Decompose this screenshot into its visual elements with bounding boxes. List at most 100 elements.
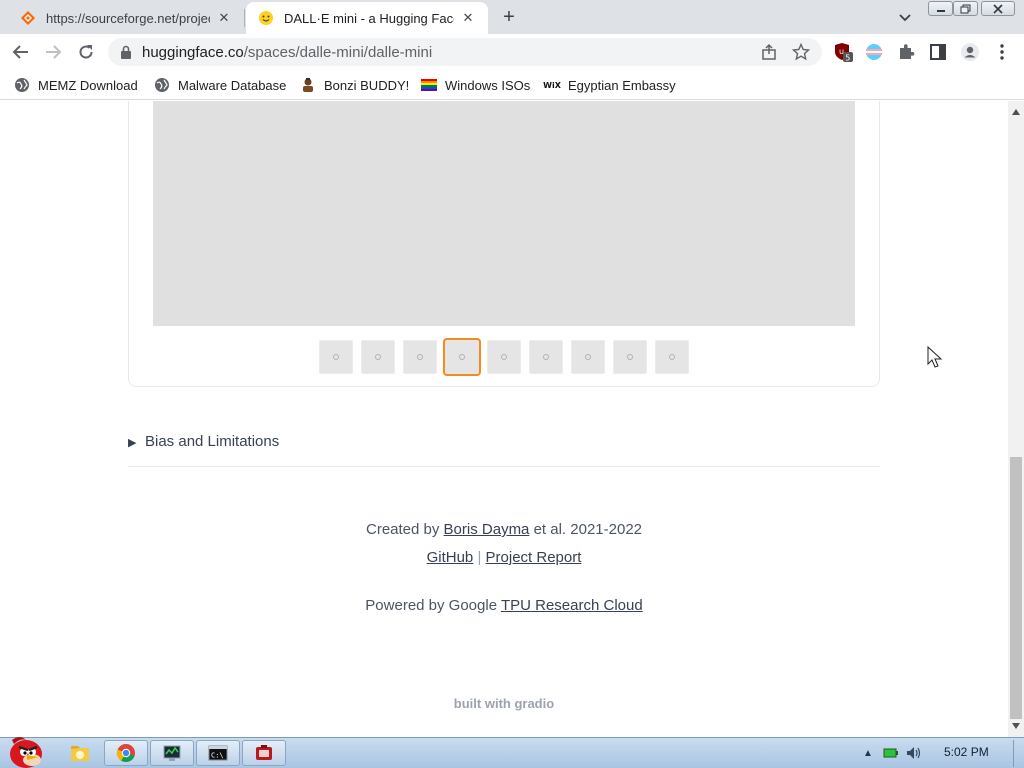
bookmarks-bar: MEMZ Download Malware Database Bonzi BUD… bbox=[0, 70, 1024, 100]
globe-icon bbox=[14, 77, 30, 93]
taskbar: C:\ ▲ 5:02 PM bbox=[0, 737, 1024, 768]
bookmark-bonzi-buddy[interactable]: Bonzi BUDDY! bbox=[300, 75, 409, 95]
bias-limitations-accordion[interactable]: ▶ Bias and Limitations bbox=[128, 431, 880, 467]
thumbnail[interactable] bbox=[319, 340, 353, 374]
ublock-icon[interactable]: u5 bbox=[834, 42, 854, 62]
thumbnail[interactable] bbox=[487, 340, 521, 374]
accordion-label[interactable]: Bias and Limitations bbox=[145, 433, 279, 450]
image-placeholder-icon bbox=[417, 354, 423, 360]
chevron-down-icon[interactable] bbox=[896, 8, 914, 26]
svg-text:C:\: C:\ bbox=[211, 752, 224, 760]
bookmark-windows-isos[interactable]: Windows ISOs bbox=[421, 75, 530, 95]
taskbar-clock[interactable]: 5:02 PM bbox=[944, 745, 989, 759]
author-link[interactable]: Boris Dayma bbox=[444, 521, 530, 538]
tab-title: DALL·E mini - a Hugging Face bbox=[284, 10, 454, 26]
close-icon[interactable]: ✕ bbox=[216, 10, 232, 26]
close-window-icon[interactable] bbox=[981, 1, 1015, 16]
bookmark-label: MEMZ Download bbox=[38, 77, 138, 93]
tab-dalle-mini[interactable]: DALL·E mini - a Hugging Face ✕ bbox=[246, 2, 488, 34]
tpu-research-cloud-link[interactable]: TPU Research Cloud bbox=[501, 597, 643, 614]
cmd-icon[interactable]: C:\ bbox=[196, 740, 240, 766]
image-placeholder-icon bbox=[669, 354, 675, 360]
bonzi-icon bbox=[300, 77, 316, 93]
image-placeholder-icon bbox=[585, 354, 591, 360]
vertical-scrollbar[interactable] bbox=[1008, 101, 1024, 737]
close-icon[interactable]: ✕ bbox=[460, 10, 476, 26]
explorer-icon[interactable] bbox=[58, 740, 102, 766]
credits-prefix: Created by bbox=[366, 521, 440, 538]
reload-icon[interactable] bbox=[74, 40, 98, 64]
tab-sourceforge[interactable]: https://sourceforge.net/projec ✕ bbox=[8, 2, 244, 34]
bookmark-label: Bonzi BUDDY! bbox=[324, 77, 410, 93]
thumbnail[interactable] bbox=[361, 340, 395, 374]
wix-icon: WiX bbox=[543, 80, 561, 90]
hugging-face-icon bbox=[258, 10, 274, 26]
address-bar[interactable]: huggingface.co/spaces/dalle-mini/dalle-m… bbox=[108, 38, 822, 66]
thumbnail[interactable] bbox=[655, 340, 689, 374]
image-placeholder-icon bbox=[627, 354, 633, 360]
image-placeholder-icon bbox=[375, 354, 381, 360]
scrollbar-thumb[interactable] bbox=[1010, 457, 1022, 719]
bookmark-malware-database[interactable]: Malware Database bbox=[154, 75, 286, 95]
thumbnail[interactable] bbox=[571, 340, 605, 374]
lock-icon[interactable] bbox=[120, 45, 132, 59]
image-placeholder-icon bbox=[333, 354, 339, 360]
forward-arrow-icon[interactable] bbox=[41, 40, 65, 64]
volume-icon[interactable] bbox=[906, 746, 922, 760]
start-button-angry-bird-icon[interactable] bbox=[2, 732, 48, 768]
url-text: huggingface.co/spaces/dalle-mini/dalle-m… bbox=[142, 44, 432, 61]
mouse-cursor-icon bbox=[927, 345, 943, 370]
powered-by-line: Powered by Google TPU Research Cloud bbox=[0, 597, 1008, 614]
link-separator: | bbox=[477, 549, 482, 566]
maximize-icon[interactable] bbox=[953, 1, 978, 16]
minimize-icon[interactable] bbox=[928, 1, 953, 16]
tab-title: https://sourceforge.net/projec bbox=[46, 10, 210, 26]
kebab-menu-icon[interactable] bbox=[992, 42, 1012, 62]
thumbnail[interactable] bbox=[403, 340, 437, 374]
star-icon[interactable] bbox=[791, 42, 811, 61]
bookmark-label: Egyptian Embassy bbox=[568, 77, 676, 93]
show-hidden-icons-icon[interactable]: ▲ bbox=[860, 746, 876, 760]
task-manager-icon[interactable] bbox=[150, 740, 194, 766]
tab-strip: https://sourceforge.net/projec ✕ DALL·E … bbox=[0, 0, 1024, 34]
thumbnail[interactable] bbox=[529, 340, 563, 374]
image-gallery-card bbox=[128, 101, 880, 387]
image-placeholder-icon bbox=[459, 354, 465, 360]
project-report-link[interactable]: Project Report bbox=[486, 549, 582, 566]
disclosure-triangle-icon[interactable]: ▶ bbox=[128, 436, 136, 449]
bookmark-memz-download[interactable]: MEMZ Download bbox=[14, 75, 138, 95]
puzzle-icon[interactable] bbox=[896, 42, 916, 62]
image-placeholder-icon bbox=[543, 354, 549, 360]
globe-icon bbox=[154, 77, 170, 93]
back-arrow-icon[interactable] bbox=[9, 40, 33, 64]
thumbnail[interactable] bbox=[613, 340, 647, 374]
bookmark-label: Windows ISOs bbox=[445, 77, 531, 93]
built-with-gradio[interactable]: built with gradio bbox=[0, 696, 1008, 711]
scroll-up-icon[interactable] bbox=[1012, 109, 1020, 115]
page-content: ▶ Bias and Limitations Created by Boris … bbox=[0, 101, 1008, 737]
bookmark-egyptian-embassy[interactable]: WiX Egyptian Embassy bbox=[543, 75, 676, 95]
extension-badge: 5 bbox=[845, 54, 850, 63]
links-line: GitHub | Project Report bbox=[0, 549, 1008, 566]
new-tab-button[interactable]: + bbox=[498, 6, 520, 28]
side-panel-icon[interactable] bbox=[928, 42, 948, 62]
pride-extension-icon[interactable] bbox=[864, 42, 884, 62]
share-icon[interactable] bbox=[760, 43, 778, 61]
show-desktop-button[interactable] bbox=[1013, 740, 1023, 767]
thumbnail-selected[interactable] bbox=[443, 338, 481, 376]
image-placeholder-icon bbox=[501, 354, 507, 360]
browser-toolbar: huggingface.co/spaces/dalle-mini/dalle-m… bbox=[0, 34, 1024, 70]
image-preview bbox=[153, 101, 855, 326]
url-path: /spaces/dalle-mini/dalle-mini bbox=[243, 44, 433, 61]
powered-prefix: Powered by Google bbox=[365, 597, 498, 614]
bookmark-label: Malware Database bbox=[178, 77, 287, 93]
chrome-icon[interactable] bbox=[104, 740, 148, 766]
profile-avatar-icon[interactable] bbox=[960, 42, 980, 62]
github-link[interactable]: GitHub bbox=[427, 549, 474, 566]
app-icon[interactable] bbox=[242, 740, 286, 766]
url-host: huggingface.co bbox=[142, 44, 244, 61]
battery-icon[interactable] bbox=[883, 746, 899, 760]
credits-line: Created by Boris Dayma et al. 2021-2022 bbox=[0, 521, 1008, 538]
credits-suffix: et al. 2021-2022 bbox=[533, 521, 642, 538]
scroll-down-icon[interactable] bbox=[1012, 723, 1020, 729]
